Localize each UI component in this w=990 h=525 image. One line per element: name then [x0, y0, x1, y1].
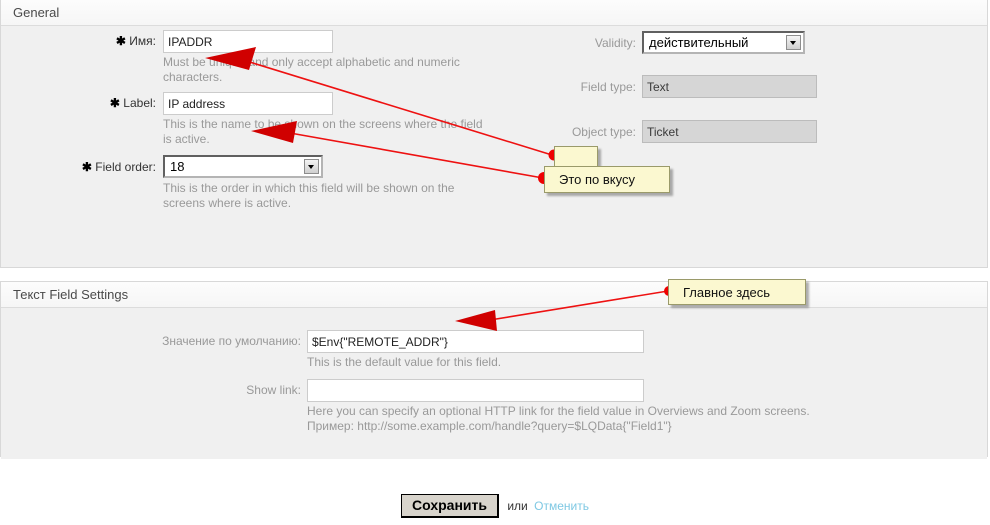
- save-button[interactable]: Сохранить: [401, 494, 499, 518]
- field-order-select-value: 18: [170, 159, 185, 174]
- required-star-icon: ✱: [81, 160, 92, 174]
- name-input[interactable]: [163, 30, 333, 53]
- default-value-input[interactable]: [307, 330, 644, 353]
- field-row-label: ✱ Label: This is the name to be shown on…: [1, 88, 483, 148]
- validity-select[interactable]: действительный: [642, 31, 805, 54]
- field-order-label: ✱ Field order:: [81, 160, 156, 174]
- general-panel-title: General: [1, 0, 987, 26]
- callout-main[interactable]: Главное здесь: [668, 279, 806, 305]
- object-type-value: [642, 120, 817, 143]
- label-hint: This is the name to be shown on the scre…: [163, 117, 483, 146]
- field-row-validity: Validity: действительный: [481, 26, 981, 69]
- field-type-label: Field type:: [580, 80, 636, 94]
- field-row-field-type: Field type:: [481, 71, 981, 114]
- text-field-settings-panel: Текст Field Settings Значение по умолчан…: [0, 281, 988, 459]
- cancel-link[interactable]: Отменить: [534, 499, 589, 513]
- field-row-name: ✱ Имя: Must be unique and only accept al…: [1, 26, 481, 86]
- show-link-hint: Here you can specify an optional HTTP li…: [307, 404, 810, 418]
- object-type-label: Object type:: [571, 125, 636, 139]
- field-order-hint: This is the order in which this field wi…: [163, 181, 455, 210]
- show-link-input[interactable]: [307, 379, 644, 402]
- chevron-down-icon[interactable]: [304, 159, 319, 174]
- text-field-settings-title: Текст Field Settings: [1, 282, 987, 308]
- field-row-field-order: ✱ Field order: 18 This is the order in w…: [1, 150, 481, 210]
- callout-taste[interactable]: Это по вкусу: [544, 166, 670, 193]
- show-link-hint-example: Пример: http://some.example.com/handle?q…: [307, 419, 672, 433]
- default-value-hint: This is the default value for this field…: [307, 355, 502, 369]
- text-field-settings-body: Значение по умолчанию: This is the defau…: [1, 310, 987, 459]
- name-hint: Must be unique and only accept alphabeti…: [163, 55, 460, 84]
- callout-taste-background[interactable]: [554, 146, 598, 168]
- chevron-down-icon[interactable]: [786, 35, 801, 50]
- required-star-icon: ✱: [115, 34, 126, 48]
- validity-select-value: действительный: [649, 35, 749, 50]
- or-separator-label: или: [507, 499, 528, 513]
- label-input[interactable]: [163, 92, 333, 115]
- general-right-column: Validity: действительный Field type: Obj…: [481, 26, 981, 161]
- general-panel: General ✱ Имя: Must be unique and only a…: [0, 0, 988, 268]
- show-link-label: Show link:: [246, 383, 301, 397]
- default-value-label: Значение по умолчанию:: [162, 334, 301, 348]
- field-type-value: [642, 75, 817, 98]
- name-label: ✱ Имя:: [115, 34, 156, 48]
- required-star-icon: ✱: [109, 96, 120, 110]
- general-panel-body: ✱ Имя: Must be unique and only accept al…: [1, 26, 987, 267]
- field-order-select[interactable]: 18: [163, 155, 323, 178]
- validity-label: Validity:: [594, 36, 636, 50]
- submit-row: Сохранить или Отменить: [0, 494, 990, 525]
- general-left-column: ✱ Имя: Must be unique and only accept al…: [1, 26, 483, 212]
- label-label: ✱ Label:: [109, 96, 156, 110]
